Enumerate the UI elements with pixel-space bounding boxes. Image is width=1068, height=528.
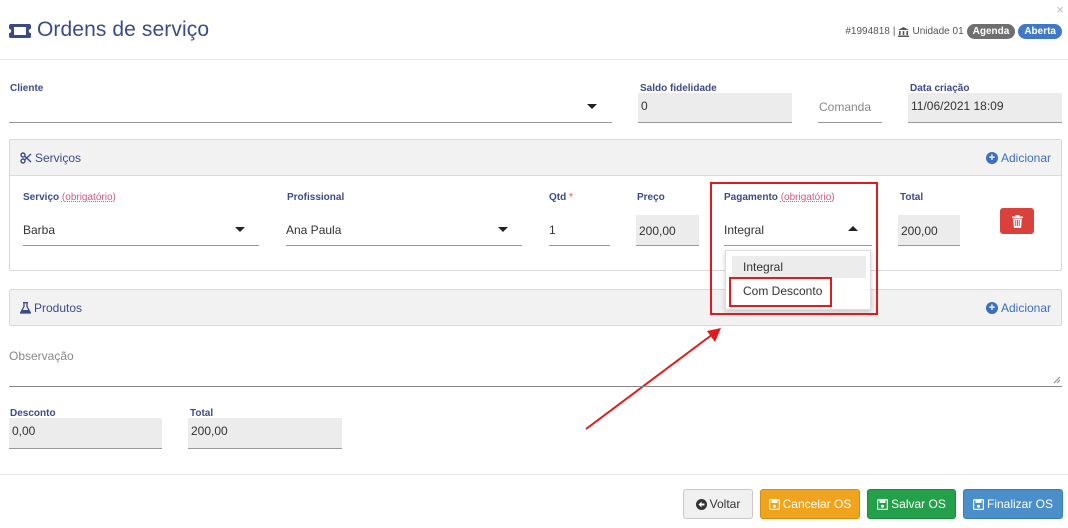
chevron-down-icon	[587, 104, 597, 109]
total-col-label: Total	[900, 192, 924, 203]
status-badge: Aberta	[1018, 24, 1062, 39]
servicos-title: Serviços	[20, 151, 81, 165]
preco-field: 200,00	[636, 215, 699, 246]
trash-icon	[1011, 214, 1023, 228]
page-title: Ordens de serviço	[37, 18, 210, 41]
arrow-left-circle-icon	[695, 498, 707, 510]
bank-icon	[898, 26, 910, 37]
servicos-panel: Serviços + Adicionar	[9, 139, 1062, 271]
servicos-title-text: Serviços	[35, 150, 82, 165]
header-divider	[0, 59, 1068, 60]
add-produto-label: Adicionar	[1000, 300, 1051, 315]
agenda-badge[interactable]: Agenda	[966, 24, 1016, 39]
save-icon	[768, 498, 780, 510]
finalizar-os-button[interactable]: Finalizar OS	[963, 489, 1063, 519]
annotation-option-box	[729, 277, 832, 307]
servico-select[interactable]: Barba	[23, 223, 259, 246]
qtd-label: Qtd *	[549, 192, 573, 203]
observacao-textarea[interactable]	[9, 386, 1062, 387]
produtos-header: Produtos + Adicionar	[10, 290, 1061, 325]
cliente-select[interactable]	[9, 100, 612, 123]
produtos-panel: Produtos + Adicionar	[9, 289, 1062, 326]
annotation-arrow-icon	[585, 328, 721, 430]
plus-circle-icon: +	[985, 301, 998, 314]
chevron-down-icon	[498, 227, 508, 232]
cancelar-os-button[interactable]: Cancelar OS	[760, 489, 860, 519]
servico-label: Serviço (obrigatório)	[23, 192, 116, 203]
comanda-input[interactable]: Comanda	[818, 100, 882, 123]
servicos-header: Serviços + Adicionar	[10, 140, 1061, 176]
close-icon[interactable]: ×	[1056, 2, 1064, 17]
cliente-label: Cliente	[10, 83, 44, 94]
order-number: #1994818	[845, 26, 890, 37]
chevron-down-icon	[235, 227, 245, 232]
add-servico-label: Adicionar	[1000, 150, 1051, 165]
voltar-button[interactable]: Voltar	[683, 489, 753, 519]
resize-handle-icon[interactable]	[1053, 376, 1061, 384]
delete-servico-button[interactable]	[1000, 208, 1034, 234]
data-criacao-field: 11/06/2021 18:09	[908, 93, 1062, 123]
ticket-icon	[8, 24, 32, 38]
salvar-os-button[interactable]: Salvar OS	[867, 489, 956, 519]
save-icon	[877, 498, 889, 510]
produtos-title-text: Produtos	[34, 300, 83, 315]
produtos-title: Produtos	[20, 301, 82, 315]
plus-circle-icon: +	[985, 151, 998, 164]
preco-label: Preço	[637, 192, 665, 203]
total-value-field: 200,00	[188, 418, 342, 449]
qtd-input[interactable]: 1	[549, 223, 610, 246]
add-produto-button[interactable]: + Adicionar	[985, 300, 1051, 315]
footer-divider	[0, 474, 1068, 475]
profissional-label: Profissional	[287, 192, 345, 203]
total-field: 200,00	[898, 215, 960, 246]
desconto-field[interactable]: 0,00	[9, 418, 162, 449]
save-icon	[972, 498, 984, 510]
unit-name: Unidade 01	[912, 26, 964, 37]
meta-separator: |	[892, 26, 896, 37]
saldo-field: 0	[638, 93, 792, 123]
order-meta: #1994818 | Unidade 01 Agenda Aberta	[845, 24, 1062, 39]
add-servico-button[interactable]: + Adicionar	[985, 150, 1051, 165]
profissional-select[interactable]: Ana Paula	[286, 223, 522, 246]
flask-icon	[20, 301, 31, 314]
observacao-placeholder: Observação	[9, 349, 74, 363]
scissors-icon	[20, 151, 32, 164]
